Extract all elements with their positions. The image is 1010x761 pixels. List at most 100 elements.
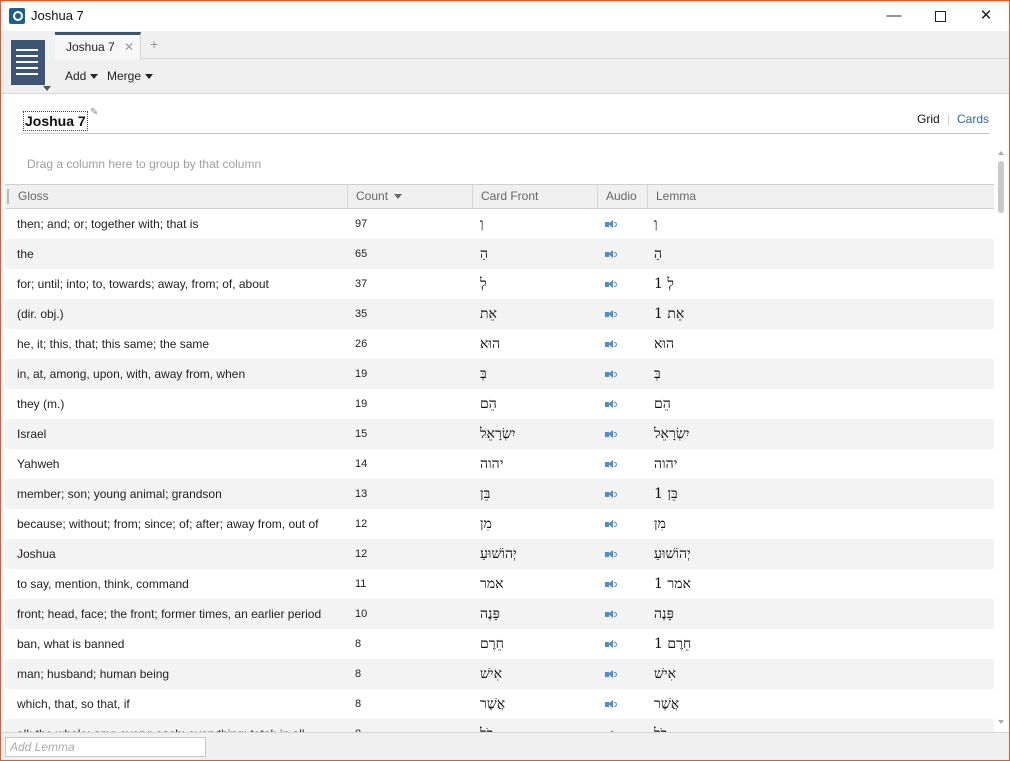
card-front-cell: הוּא [480,336,501,352]
column-header-card-front[interactable]: Card Front [472,185,597,208]
count-cell: 35 [355,308,368,320]
speaker-icon[interactable] [605,370,619,379]
column-grip-icon[interactable] [7,189,9,204]
table-row[interactable]: all; the whole; any; every; each; everyt… [5,719,994,732]
add-tab-button[interactable]: + [150,36,158,52]
count-cell: 37 [355,278,368,290]
audio-cell [605,239,635,269]
table-row[interactable]: because; without; from; since; of; after… [5,509,994,539]
minimize-button[interactable]: — [871,1,917,31]
card-front-cell: יְהוֹשׁוּעַ [480,546,517,562]
table-row[interactable]: in, at, among, upon, with, away from, wh… [5,359,994,389]
chevron-down-icon [145,74,154,80]
audio-cell [605,539,635,569]
close-window-button[interactable]: ✕ [963,1,1009,31]
count-cell: 12 [355,548,368,560]
table-row[interactable]: man; husband; human being 8 אִישׁ אִישׁ [5,659,994,689]
table-row[interactable]: Joshua 12 יְהוֹשׁוּעַ יְהוֹשׁוּעַ [5,539,994,569]
scroll-thumb[interactable] [998,161,1004,213]
speaker-icon[interactable] [605,460,619,469]
lemma-cell: הַ [654,246,663,262]
table-row[interactable]: they (m.) 19 הֵם הֵם [5,389,994,419]
speaker-icon[interactable] [605,640,619,649]
audio-cell [605,569,635,599]
card-front-cell: הֵם [480,396,497,412]
sort-descending-icon [394,194,403,200]
table-row[interactable]: front; head, face; the front; former tim… [5,599,994,629]
tool-header: Joshua 7 ✕ + Add Merge [1,31,1009,94]
speaker-icon[interactable] [605,550,619,559]
maximize-button[interactable] [917,1,963,31]
speaker-icon[interactable] [605,700,619,709]
gloss-cell: ban, what is banned [17,637,125,651]
tab-close-icon[interactable]: ✕ [124,40,134,54]
add-menu-button[interactable]: Add [65,69,99,83]
scroll-up-icon[interactable] [998,151,1004,155]
speaker-icon[interactable] [605,220,619,229]
speaker-icon[interactable] [605,610,619,619]
card-front-cell: וְ [480,216,484,232]
table-row[interactable]: ban, what is banned 8 חֵרֶם חֵרֶם 1 [5,629,994,659]
column-header-audio[interactable]: Audio [597,185,647,208]
table-row[interactable]: the 65 הַ הַ [5,239,994,269]
tab-joshua-7[interactable]: Joshua 7 ✕ [55,32,141,60]
grid-view-button[interactable]: Grid [917,112,940,126]
speaker-icon[interactable] [605,310,619,319]
maximize-icon [934,10,946,22]
speaker-icon[interactable] [605,340,619,349]
panel-menu-caret-icon[interactable] [43,86,51,91]
merge-menu-button[interactable]: Merge [107,69,154,83]
count-cell: 12 [355,518,368,530]
lemma-cell: מִן [654,516,666,532]
table-row[interactable]: member; son; young animal; grandson 13 בֵּ… [5,479,994,509]
table-row[interactable]: then; and; or; together with; that is 97 ו… [5,209,994,239]
column-header-gloss[interactable]: Gloss [10,185,347,208]
chevron-down-icon [90,74,99,80]
speaker-icon[interactable] [605,670,619,679]
table-row[interactable]: (dir. obj.) 35 אֵת אֵת 1 [5,299,994,329]
audio-cell [605,629,635,659]
count-cell: 8 [355,698,362,710]
table-row[interactable]: Israel 15 יִשְׂרָאֵל יִשְׂרָאֵל [5,419,994,449]
column-header-lemma[interactable]: Lemma [647,185,994,208]
vertical-scrollbar[interactable] [996,151,1007,732]
column-header-count[interactable]: Count [347,185,472,208]
speaker-icon[interactable] [605,520,619,529]
table-row[interactable]: for; until; into; to, towards; away, fro… [5,269,994,299]
lemma-cell: לְ 1 [654,276,674,292]
table-row[interactable]: Yahweh 14 יהוה יהוה [5,449,994,479]
view-separator: | [947,112,951,126]
speaker-icon[interactable] [605,400,619,409]
audio-cell [605,419,635,449]
lemma-cell: הוּא [654,336,675,352]
card-front-cell: יהוה [480,456,504,472]
document-title[interactable]: Joshua 7 [23,111,88,131]
panel-menu-icon[interactable] [11,40,45,85]
count-cell: 14 [355,458,368,470]
table-row[interactable]: to say, mention, think, command 11 אמר אמר … [5,569,994,599]
gloss-cell: then; and; or; together with; that is [17,217,199,231]
scroll-down-icon[interactable] [998,720,1004,724]
speaker-icon[interactable] [605,430,619,439]
gloss-cell: the [17,247,34,261]
gloss-cell: for; until; into; to, towards; away, fro… [17,277,269,291]
speaker-icon[interactable] [605,580,619,589]
lemma-cell: יהוה [654,456,678,472]
table-row[interactable]: which, that, so that, if 8 אֲשֶׁר אֲשֶׁר [5,689,994,719]
audio-cell [605,269,635,299]
speaker-icon[interactable] [605,280,619,289]
table-row[interactable]: he, it; this, that; this same; the same 2… [5,329,994,359]
app-window: Joshua 7 — ✕ Joshua 7 ✕ + Add Merge Josh… [0,0,1010,761]
lemma-cell: הֵם [654,396,671,412]
add-lemma-input[interactable] [5,737,206,757]
group-by-drop-zone[interactable]: Drag a column here to group by that colu… [27,157,261,171]
cards-view-button[interactable]: Cards [957,112,989,126]
card-front-cell: לְ [480,276,487,292]
merge-menu-label: Merge [107,69,142,83]
speaker-icon[interactable] [605,490,619,499]
count-cell: 97 [355,218,368,230]
pencil-icon[interactable]: ✎ [90,107,98,118]
card-front-cell: פָּנֶה [480,606,500,622]
count-cell: 11 [355,578,367,590]
speaker-icon[interactable] [605,250,619,259]
